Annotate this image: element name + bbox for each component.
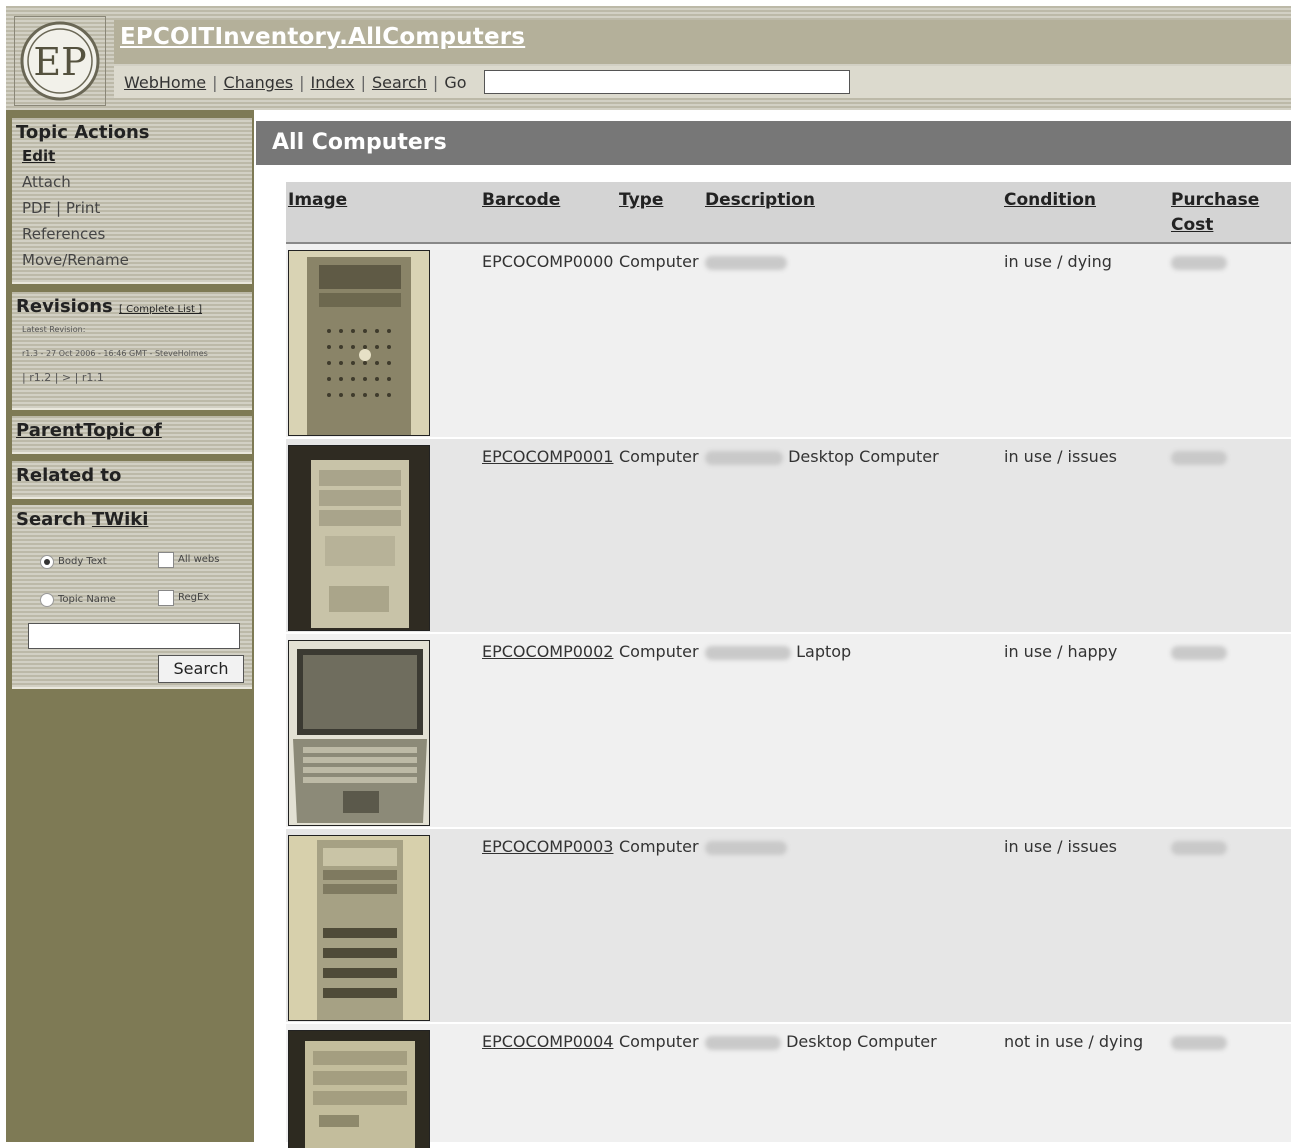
related-to-heading: Related to [16, 465, 122, 486]
computer-image[interactable] [288, 445, 430, 631]
redacted-text [705, 645, 791, 660]
search-heading-prefix: Search [16, 509, 92, 530]
parent-topic-heading[interactable]: ParentTopic of [12, 416, 252, 441]
condition-cell: in use / happy [1004, 642, 1118, 661]
purchase-cost-cell [1171, 1032, 1227, 1051]
description-cell: Desktop Computer [705, 447, 939, 466]
revisions-panel: Revisions [ Complete List ] Latest Revis… [12, 292, 252, 410]
type-cell: Computer [619, 252, 699, 271]
computer-image[interactable] [288, 640, 430, 826]
computer-image[interactable] [288, 250, 430, 436]
go-input[interactable] [484, 70, 850, 94]
revisions-heading: Revisions [16, 296, 113, 317]
col-header-description[interactable]: Description [705, 188, 815, 213]
condition-cell: in use / issues [1004, 447, 1117, 466]
table-row: EPCOCOMP0002 Computer Laptop in use / ha… [286, 634, 1291, 829]
redacted-cost [1171, 255, 1227, 270]
col-header-type[interactable]: Type [619, 188, 663, 213]
purchase-cost-cell [1171, 642, 1227, 661]
barcode-link[interactable]: EPCOCOMP0003 [482, 837, 613, 856]
nav-changes[interactable]: Changes [224, 73, 294, 92]
type-cell: Computer [619, 447, 699, 466]
edit-link[interactable]: Edit [12, 143, 252, 169]
nav-go-label: Go [444, 73, 467, 92]
barcode-link[interactable]: EPCOCOMP0002 [482, 642, 613, 661]
redacted-text [705, 450, 783, 465]
table-row: EPCOCOMP0004 Computer Desktop Computer n… [286, 1024, 1291, 1148]
description-cell: Desktop Computer [705, 1032, 937, 1051]
type-cell: Computer [619, 1032, 699, 1051]
condition-cell: not in use / dying [1004, 1032, 1144, 1051]
description-cell [705, 837, 787, 856]
col-header-condition[interactable]: Condition [1004, 188, 1096, 213]
complete-list-link[interactable]: [ Complete List ] [119, 304, 202, 315]
table-row: EPCOCOMP0001 Computer Desktop Computer i… [286, 439, 1291, 634]
topic-actions-heading: Topic Actions [16, 122, 150, 143]
site-logo[interactable]: EP [14, 16, 106, 106]
barcode-link[interactable]: EPCOCOMP0004 [482, 1032, 613, 1051]
body-text-radio[interactable] [40, 554, 54, 569]
pdf-print-link[interactable]: PDF | Print [12, 195, 252, 221]
redacted-text [705, 840, 787, 855]
table-row: EPCOCOMP0003 Computer in use / issues [286, 829, 1291, 1024]
opt-regex[interactable]: RegEx [158, 587, 209, 606]
move-rename-link[interactable]: Move/Rename [12, 247, 252, 273]
redacted-cost [1171, 450, 1227, 465]
nav-search[interactable]: Search [372, 73, 427, 92]
description-cell [705, 252, 787, 271]
nav-index[interactable]: Index [311, 73, 355, 92]
redacted-text [705, 255, 787, 270]
topic-name-radio[interactable] [40, 592, 54, 607]
condition-cell: in use / dying [1004, 252, 1112, 271]
purchase-cost-cell [1171, 447, 1227, 466]
redacted-text [705, 1035, 781, 1050]
col-header-image[interactable]: Image [288, 188, 347, 213]
computer-image[interactable] [288, 835, 430, 1021]
search-input[interactable] [28, 623, 240, 649]
left-sidebar: Topic Actions Edit Attach PDF | Print Re… [6, 110, 254, 1142]
col-header-purchase-cost[interactable]: Purchase Cost [1171, 188, 1259, 238]
web-header: EP EPCOITInventory.AllComputers WebHome |… [6, 6, 1291, 110]
parent-topic-panel: ParentTopic of [12, 416, 252, 454]
opt-topic-name[interactable]: Topic Name [40, 589, 116, 608]
purchase-cost-cell [1171, 837, 1227, 856]
related-to-panel: Related to [12, 461, 252, 499]
barcode-link[interactable]: EPCOCOMP0001 [482, 447, 613, 466]
search-button[interactable]: Search [158, 655, 244, 683]
search-twiki-panel: Search TWiki Body Text All webs Topic Na… [12, 505, 252, 689]
revision-history[interactable]: | r1.2 | > | r1.1 [12, 371, 252, 385]
purchase-cost-cell [1171, 252, 1227, 271]
barcode-cell: EPCOCOMP0000 [482, 252, 614, 271]
nav-webhome[interactable]: WebHome [124, 73, 206, 92]
web-title-link[interactable]: EPCOITInventory.AllComputers [120, 24, 525, 50]
col-header-barcode[interactable]: Barcode [482, 188, 560, 213]
references-link[interactable]: References [12, 221, 252, 247]
opt-all-webs[interactable]: All webs [158, 549, 219, 568]
latest-revision-label: Latest Revision: [22, 325, 86, 334]
opt-body-text[interactable]: Body Text [40, 551, 107, 570]
regex-checkbox[interactable] [158, 589, 174, 606]
table-header-row: Image Barcode Type Description Condition… [286, 182, 1291, 244]
condition-cell: in use / issues [1004, 837, 1117, 856]
redacted-cost [1171, 645, 1227, 660]
type-cell: Computer [619, 837, 699, 856]
top-nav: WebHome | Changes | Index | Search | Go [124, 73, 467, 92]
attach-link[interactable]: Attach [12, 169, 252, 195]
redacted-cost [1171, 840, 1227, 855]
table-row: EPCOCOMP0000 Computer in use / dying [286, 244, 1291, 439]
type-cell: Computer [619, 642, 699, 661]
topic-title-bar: All Computers [256, 121, 1291, 165]
computer-image[interactable] [288, 1030, 430, 1148]
ep-logo-icon: EP [20, 21, 100, 101]
redacted-cost [1171, 1035, 1227, 1050]
logo-letters: EP [33, 40, 86, 84]
page-title: All Computers [272, 130, 447, 155]
all-webs-checkbox[interactable] [158, 551, 174, 568]
description-cell: Laptop [705, 642, 851, 661]
twiki-link[interactable]: TWiki [92, 509, 148, 530]
topic-actions-panel: Topic Actions Edit Attach PDF | Print Re… [12, 118, 252, 284]
latest-revision-value: r1.3 - 27 Oct 2006 - 16:46 GMT - SteveHo… [22, 349, 208, 358]
